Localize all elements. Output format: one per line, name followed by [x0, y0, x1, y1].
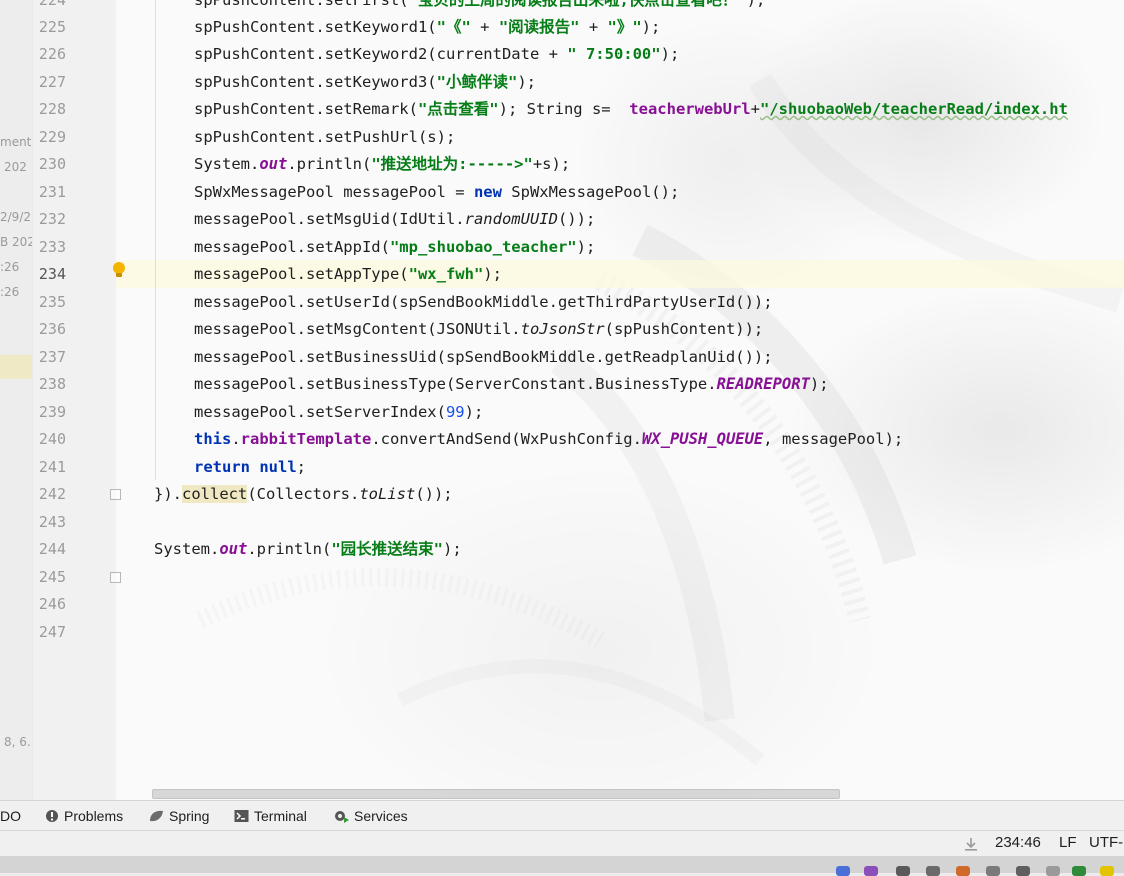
code-line-237: messagePool.setBusinessUid(spSendBookMid…	[194, 348, 773, 366]
problems-icon	[46, 810, 58, 822]
line-number: 233	[38, 238, 66, 256]
os-taskbar	[0, 856, 1124, 876]
fold-marker-icon[interactable]	[110, 572, 121, 583]
project-panel-text: 8, 6.	[4, 735, 31, 749]
code-line-238: messagePool.setBusinessType(ServerConsta…	[194, 375, 829, 393]
taskbar-app-icon[interactable]	[926, 866, 940, 876]
line-number: 234	[38, 265, 66, 283]
code-line-242: }).collect(Collectors.toList());	[154, 485, 453, 503]
line-number: 243	[38, 513, 66, 531]
line-number: 235	[38, 293, 66, 311]
line-number: 247	[38, 623, 66, 641]
terminal-tab-label: Terminal	[254, 808, 307, 824]
tool-window-bar: DO Problems Spring Terminal Services	[0, 800, 1124, 831]
code-line-233: messagePool.setAppId("mp_shuobao_teacher…	[194, 238, 596, 256]
line-number: 239	[38, 403, 66, 421]
spring-leaf-icon	[150, 810, 163, 822]
horizontal-scrollbar[interactable]	[152, 789, 840, 799]
todo-tab[interactable]: DO	[0, 808, 21, 824]
project-panel-selection	[0, 355, 32, 379]
code-line-240: this.rabbitTemplate.convertAndSend(WxPus…	[194, 430, 904, 448]
code-line-229: spPushContent.setPushUrl(s);	[194, 128, 456, 146]
spring-tab-label: Spring	[169, 808, 210, 824]
spring-tab[interactable]: Spring	[148, 808, 209, 824]
terminal-icon	[234, 810, 249, 822]
taskbar-app-icon[interactable]	[1046, 866, 1060, 876]
code-line-227: spPushContent.setKeyword3("小鲸伴读");	[194, 73, 536, 91]
line-number: 246	[38, 595, 66, 613]
code-line-236: messagePool.setMsgContent(JSONUtil.toJso…	[194, 320, 764, 338]
code-line-234: messagePool.setAppType("wx_fwh");	[194, 265, 502, 283]
todo-tab-label: DO	[0, 808, 21, 824]
taskbar-app-icon[interactable]	[896, 866, 910, 876]
code-line-232: messagePool.setMsgUid(IdUtil.randomUUID(…	[194, 210, 596, 228]
code-line-244: System.out.println("园长推送结束");	[154, 540, 462, 558]
services-icon	[335, 811, 349, 823]
line-number: 229	[38, 128, 66, 146]
download-icon[interactable]	[963, 836, 979, 852]
problems-tab[interactable]: Problems	[45, 808, 123, 824]
line-number: 242	[38, 485, 66, 503]
services-tab-label: Services	[354, 808, 408, 824]
code-line-241: return null;	[194, 458, 307, 476]
code-line-228: spPushContent.setRemark("点击查看"); String …	[194, 100, 1068, 118]
taskbar-app-icon[interactable]	[1072, 866, 1086, 876]
taskbar-app-icon[interactable]	[836, 866, 850, 876]
line-number: 231	[38, 183, 66, 201]
code-line-231: SpWxMessagePool messagePool = new SpWxMe…	[194, 183, 680, 201]
line-number: 227	[38, 73, 66, 91]
taskbar-app-icon[interactable]	[1100, 866, 1114, 876]
fold-marker-icon[interactable]	[110, 489, 121, 500]
intention-bulb-icon[interactable]	[112, 261, 126, 279]
caret-position[interactable]: 234:46	[995, 834, 1041, 851]
code-line-235: messagePool.setUserId(spSendBookMiddle.g…	[194, 293, 773, 311]
file-encoding[interactable]: UTF-	[1089, 834, 1123, 851]
line-number: 236	[38, 320, 66, 338]
line-number: 237	[38, 348, 66, 366]
line-separator[interactable]: LF	[1059, 834, 1077, 851]
project-panel-text: ments	[0, 135, 32, 149]
project-panel-text: :26	[0, 260, 20, 274]
taskbar-app-icon[interactable]	[956, 866, 970, 876]
code-line-239: messagePool.setServerIndex(99);	[194, 403, 484, 421]
code-line-226: spPushContent.setKeyword2(currentDate + …	[194, 45, 680, 63]
line-number: 241	[38, 458, 66, 476]
taskbar-app-icon[interactable]	[986, 866, 1000, 876]
status-bar: 234:46 LF UTF-	[0, 830, 1124, 857]
project-panel-text: :26	[0, 285, 20, 299]
terminal-tab[interactable]: Terminal	[234, 808, 307, 824]
line-number: 228	[38, 100, 66, 118]
line-number: 244	[38, 540, 66, 558]
code-line-230: System.out.println("推送地址为:----->"+s);	[194, 155, 571, 173]
line-number: 238	[38, 375, 66, 393]
taskbar-app-icon[interactable]	[864, 866, 878, 876]
line-number: 240	[38, 430, 66, 448]
project-panel-text: 202	[4, 160, 27, 174]
line-number: 224	[38, 0, 66, 9]
project-panel-edge: ments 202 2/9/2 B 202 :26 :26 8, 6.	[0, 0, 33, 800]
code-line-225: spPushContent.setKeyword1("《" + "阅读报告" +…	[194, 18, 661, 36]
code-line-224: spPushContent.setFirst("宝贝的上周的阅读报告出来啦,快点…	[194, 0, 766, 9]
line-number: 232	[38, 210, 66, 228]
services-tab[interactable]: Services	[333, 808, 408, 824]
line-number: 245	[38, 568, 66, 586]
project-panel-text: B 202	[0, 235, 33, 249]
project-panel-text: 2/9/2	[0, 210, 31, 224]
indent-guide	[155, 0, 156, 480]
problems-tab-label: Problems	[64, 808, 124, 824]
taskbar-app-icon[interactable]	[1016, 866, 1030, 876]
line-number: 230	[38, 155, 66, 173]
line-number: 226	[38, 45, 66, 63]
line-number: 225	[38, 18, 66, 36]
